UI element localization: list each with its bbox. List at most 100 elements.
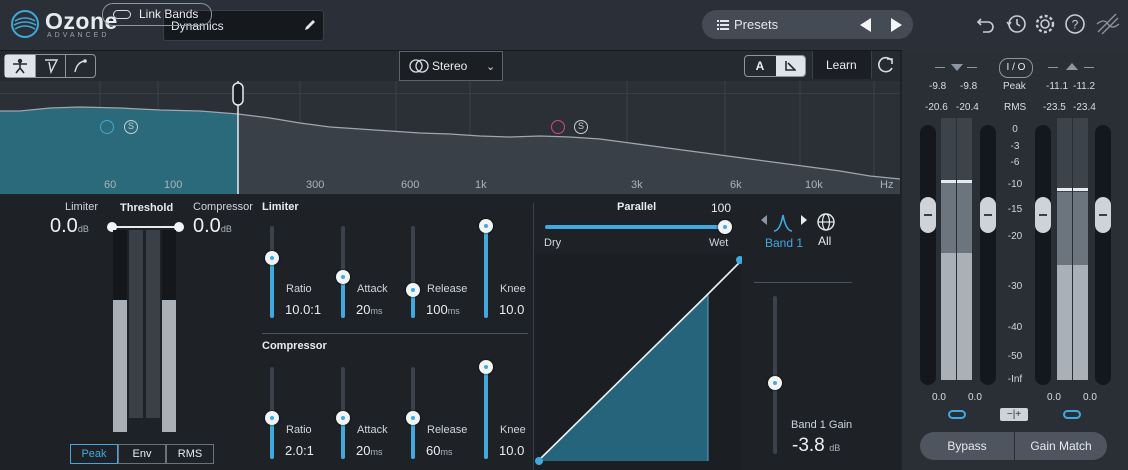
- limiter-release-readout[interactable]: 100ms: [426, 301, 460, 319]
- compressor-threshold-readout[interactable]: 0.0dB: [193, 215, 232, 238]
- bypass-button[interactable]: Bypass: [920, 432, 1014, 460]
- input-gain-left[interactable]: 0.0: [932, 392, 946, 403]
- reset-icon[interactable]: [876, 55, 896, 75]
- limiter-knee-readout[interactable]: 10.0: [499, 301, 524, 319]
- limiter-release-label: Release: [427, 283, 468, 295]
- band-1-tab[interactable]: Band 1: [765, 236, 803, 250]
- output-gain-right[interactable]: 0.0: [1083, 392, 1097, 403]
- previous-preset-icon[interactable]: [860, 18, 871, 32]
- compressor-attack-value: 20: [356, 443, 371, 458]
- meter-scale-label: -20: [1007, 231, 1023, 242]
- limiter-attack-readout[interactable]: 20ms: [356, 301, 382, 319]
- select-tool[interactable]: [5, 55, 35, 77]
- mode-rms-button[interactable]: RMS: [166, 444, 214, 464]
- compressor-ratio-label: Ratio: [286, 424, 312, 436]
- link-bands-button[interactable]: Link Bands: [102, 3, 212, 26]
- band-gain-unit: dB: [829, 443, 841, 453]
- compressor-attack-knob[interactable]: [336, 411, 350, 425]
- rms-label: RMS: [1004, 102, 1027, 113]
- freq-label: 60: [104, 179, 117, 191]
- gain-match-button[interactable]: Gain Match: [1015, 432, 1107, 460]
- band-1-indicator[interactable]: [100, 120, 114, 134]
- limiter-knee-fill: [484, 226, 488, 318]
- stereo-mode-select[interactable]: Stereo ⌄: [399, 51, 503, 81]
- globe-icon[interactable]: [816, 212, 836, 232]
- compressor-ratio-readout[interactable]: 2.0:1: [285, 442, 314, 460]
- input-left-fader-track: [920, 125, 936, 385]
- input-rms-right: -20.4: [956, 102, 979, 113]
- shelf-tool-icon: [45, 59, 59, 74]
- band-gain-track[interactable]: [773, 296, 777, 454]
- presets-bar[interactable]: Presets: [702, 10, 913, 39]
- output-left-rms-level: [1057, 265, 1072, 380]
- presets-label[interactable]: Presets: [734, 17, 778, 32]
- compressor-ratio-value: 2.0:1: [285, 443, 314, 458]
- input-gain-right[interactable]: 0.0: [968, 392, 982, 403]
- learn-button[interactable]: Learn: [812, 51, 872, 79]
- next-band-icon[interactable]: [801, 215, 807, 225]
- limiter-ratio-readout[interactable]: 10.0:1: [285, 301, 321, 319]
- compressor-ratio-knob[interactable]: [265, 411, 279, 425]
- shelf-tool[interactable]: [35, 55, 66, 77]
- spectrum-display[interactable]: S S 60 100 300 600 1k 3k 6k 10k Hz: [0, 81, 900, 194]
- compressor-release-readout[interactable]: 60ms: [426, 442, 452, 460]
- compressor-threshold-unit: dB: [220, 224, 232, 234]
- limiter-threshold-readout[interactable]: 0.0dB: [50, 215, 89, 238]
- input-divider-line: [967, 67, 977, 68]
- limiter-release-unit: ms: [447, 306, 460, 316]
- previous-band-icon[interactable]: [761, 215, 767, 225]
- freq-unit-label: Hz: [880, 179, 894, 191]
- all-bands-tab[interactable]: All: [818, 234, 831, 248]
- parallel-fill: [545, 225, 725, 229]
- input-collapse-icon[interactable]: [951, 64, 963, 71]
- limiter-knee-label: Knee: [500, 283, 526, 295]
- compressor-attack-readout[interactable]: 20ms: [356, 442, 382, 460]
- limiter-ratio-knob[interactable]: [265, 251, 279, 265]
- pencil-icon[interactable]: [303, 18, 317, 32]
- limiter-knee-knob[interactable]: [479, 219, 493, 233]
- mode-env-button[interactable]: Env: [118, 444, 166, 464]
- history-icon[interactable]: [1005, 13, 1027, 35]
- a-button[interactable]: A: [745, 56, 775, 76]
- limiter-threshold-label: Limiter: [65, 201, 99, 213]
- freq-label: 100: [164, 179, 183, 191]
- threshold-title: Threshold: [120, 202, 174, 214]
- limiter-knee-value: 10.0: [499, 302, 525, 317]
- output-gain-left[interactable]: 0.0: [1047, 392, 1061, 403]
- gr-meter-left-inner: [129, 230, 143, 418]
- band-gain-readout[interactable]: -3.8 dB: [792, 435, 840, 457]
- input-right-fader[interactable]: [980, 197, 996, 233]
- input-link-icon[interactable]: [948, 410, 966, 419]
- help-icon[interactable]: ?: [1064, 13, 1086, 35]
- meter-scale-label: -3: [1010, 141, 1020, 152]
- io-toggle-button[interactable]: I / O: [999, 58, 1033, 78]
- output-collapse-icon[interactable]: [1066, 63, 1078, 70]
- mode-peak-button[interactable]: Peak: [70, 444, 118, 464]
- band-2-indicator[interactable]: [551, 120, 565, 134]
- compressor-release-knob[interactable]: [406, 411, 420, 425]
- parallel-knob[interactable]: [718, 220, 732, 234]
- limiter-attack-knob[interactable]: [336, 270, 350, 284]
- band-gain-knob[interactable]: [768, 376, 782, 390]
- limiter-release-knob[interactable]: [406, 283, 420, 297]
- transfer-curve-graph[interactable]: [534, 254, 742, 470]
- ozone-logo-icon: [11, 10, 39, 38]
- band-2-solo-button[interactable]: S: [574, 120, 588, 134]
- compressor-knee-readout[interactable]: 10.0: [499, 442, 524, 460]
- band-1-solo-button[interactable]: S: [124, 120, 138, 134]
- output-right-fader[interactable]: [1095, 197, 1111, 233]
- output-left-fader[interactable]: [1035, 197, 1051, 233]
- undo-icon[interactable]: [975, 13, 997, 35]
- compressor-threshold-value: 0.0: [193, 215, 221, 237]
- b-button[interactable]: [776, 56, 805, 76]
- next-preset-icon[interactable]: [891, 18, 902, 32]
- curve-tool[interactable]: [65, 55, 96, 77]
- gear-icon[interactable]: [1034, 13, 1056, 35]
- input-left-fader[interactable]: [920, 197, 936, 233]
- compressor-knee-knob[interactable]: [479, 360, 493, 374]
- invert-link-button[interactable]: −|+: [1000, 408, 1028, 421]
- output-link-icon[interactable]: [1063, 410, 1081, 419]
- stereo-mode-label: Stereo: [432, 59, 468, 73]
- compressor-knee-value: 10.0: [499, 443, 525, 458]
- svg-text:?: ?: [1072, 18, 1079, 32]
